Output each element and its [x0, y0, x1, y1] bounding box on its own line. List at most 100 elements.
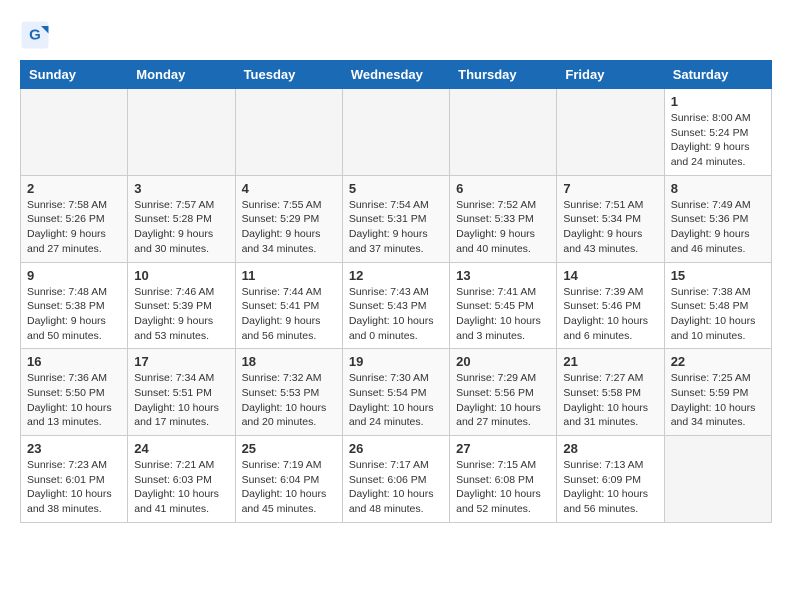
calendar-cell: 21 Sunrise: 7:27 AM Sunset: 5:58 PM Dayli… [557, 349, 664, 436]
weekday-header-sunday: Sunday [21, 61, 128, 89]
calendar-cell: 10 Sunrise: 7:46 AM Sunset: 5:39 PM Dayli… [128, 262, 235, 349]
calendar-cell: 18 Sunrise: 7:32 AM Sunset: 5:53 PM Dayli… [235, 349, 342, 436]
weekday-header-thursday: Thursday [450, 61, 557, 89]
day-info: Sunrise: 7:34 AM Sunset: 5:51 PM Dayligh… [134, 371, 228, 430]
day-info: Sunrise: 7:48 AM Sunset: 5:38 PM Dayligh… [27, 285, 121, 344]
day-info: Sunrise: 7:39 AM Sunset: 5:46 PM Dayligh… [563, 285, 657, 344]
day-number: 13 [456, 268, 550, 283]
weekday-header-tuesday: Tuesday [235, 61, 342, 89]
day-number: 19 [349, 354, 443, 369]
day-info: Sunrise: 7:58 AM Sunset: 5:26 PM Dayligh… [27, 198, 121, 257]
calendar-cell: 12 Sunrise: 7:43 AM Sunset: 5:43 PM Dayli… [342, 262, 449, 349]
day-info: Sunrise: 7:49 AM Sunset: 5:36 PM Dayligh… [671, 198, 765, 257]
day-number: 8 [671, 181, 765, 196]
calendar-cell: 5 Sunrise: 7:54 AM Sunset: 5:31 PM Daylig… [342, 175, 449, 262]
day-number: 14 [563, 268, 657, 283]
calendar-cell: 20 Sunrise: 7:29 AM Sunset: 5:56 PM Dayli… [450, 349, 557, 436]
weekday-header-friday: Friday [557, 61, 664, 89]
day-number: 15 [671, 268, 765, 283]
day-info: Sunrise: 7:52 AM Sunset: 5:33 PM Dayligh… [456, 198, 550, 257]
day-info: Sunrise: 7:55 AM Sunset: 5:29 PM Dayligh… [242, 198, 336, 257]
calendar-cell: 15 Sunrise: 7:38 AM Sunset: 5:48 PM Dayli… [664, 262, 771, 349]
weekday-header-monday: Monday [128, 61, 235, 89]
day-info: Sunrise: 7:21 AM Sunset: 6:03 PM Dayligh… [134, 458, 228, 517]
day-info: Sunrise: 7:27 AM Sunset: 5:58 PM Dayligh… [563, 371, 657, 430]
calendar-cell: 13 Sunrise: 7:41 AM Sunset: 5:45 PM Dayli… [450, 262, 557, 349]
day-number: 1 [671, 94, 765, 109]
day-info: Sunrise: 7:36 AM Sunset: 5:50 PM Dayligh… [27, 371, 121, 430]
day-number: 12 [349, 268, 443, 283]
day-number: 16 [27, 354, 121, 369]
day-number: 20 [456, 354, 550, 369]
day-number: 28 [563, 441, 657, 456]
day-number: 17 [134, 354, 228, 369]
day-number: 6 [456, 181, 550, 196]
calendar-cell [450, 89, 557, 176]
calendar-cell [235, 89, 342, 176]
calendar-week-row: 2Sunrise: 7:58 AM Sunset: 5:26 PM Daylig… [21, 175, 772, 262]
day-info: Sunrise: 7:38 AM Sunset: 5:48 PM Dayligh… [671, 285, 765, 344]
calendar-cell [557, 89, 664, 176]
page-header: G [20, 20, 772, 50]
day-info: Sunrise: 7:43 AM Sunset: 5:43 PM Dayligh… [349, 285, 443, 344]
calendar-cell [128, 89, 235, 176]
calendar-cell: 8 Sunrise: 7:49 AM Sunset: 5:36 PM Daylig… [664, 175, 771, 262]
day-info: Sunrise: 7:32 AM Sunset: 5:53 PM Dayligh… [242, 371, 336, 430]
day-info: Sunrise: 7:51 AM Sunset: 5:34 PM Dayligh… [563, 198, 657, 257]
calendar-cell: 26 Sunrise: 7:17 AM Sunset: 6:06 PM Dayli… [342, 436, 449, 523]
calendar-cell: 28Sunrise: 7:13 AM Sunset: 6:09 PM Dayli… [557, 436, 664, 523]
calendar-week-row: 1Sunrise: 8:00 AM Sunset: 5:24 PM Daylig… [21, 89, 772, 176]
calendar-cell: 27 Sunrise: 7:15 AM Sunset: 6:08 PM Dayli… [450, 436, 557, 523]
day-info: Sunrise: 7:44 AM Sunset: 5:41 PM Dayligh… [242, 285, 336, 344]
day-info: Sunrise: 7:57 AM Sunset: 5:28 PM Dayligh… [134, 198, 228, 257]
weekday-header-wednesday: Wednesday [342, 61, 449, 89]
day-info: Sunrise: 7:17 AM Sunset: 6:06 PM Dayligh… [349, 458, 443, 517]
calendar-cell: 19 Sunrise: 7:30 AM Sunset: 5:54 PM Dayli… [342, 349, 449, 436]
day-number: 26 [349, 441, 443, 456]
day-info: Sunrise: 7:46 AM Sunset: 5:39 PM Dayligh… [134, 285, 228, 344]
day-number: 5 [349, 181, 443, 196]
calendar-cell: 24 Sunrise: 7:21 AM Sunset: 6:03 PM Dayli… [128, 436, 235, 523]
day-number: 9 [27, 268, 121, 283]
day-number: 24 [134, 441, 228, 456]
svg-text:G: G [29, 27, 41, 44]
calendar-cell: 14 Sunrise: 7:39 AM Sunset: 5:46 PM Dayli… [557, 262, 664, 349]
day-number: 7 [563, 181, 657, 196]
logo-icon: G [20, 20, 50, 50]
calendar-cell: 9 Sunrise: 7:48 AM Sunset: 5:38 PM Daylig… [21, 262, 128, 349]
day-info: Sunrise: 7:23 AM Sunset: 6:01 PM Dayligh… [27, 458, 121, 517]
weekday-header-saturday: Saturday [664, 61, 771, 89]
day-number: 23 [27, 441, 121, 456]
calendar-cell: 16 Sunrise: 7:36 AM Sunset: 5:50 PM Dayli… [21, 349, 128, 436]
calendar-cell: 25Sunrise: 7:19 AM Sunset: 6:04 PM Dayli… [235, 436, 342, 523]
calendar-cell [342, 89, 449, 176]
calendar-cell [664, 436, 771, 523]
weekday-header-row: SundayMondayTuesdayWednesdayThursdayFrid… [21, 61, 772, 89]
day-info: Sunrise: 7:25 AM Sunset: 5:59 PM Dayligh… [671, 371, 765, 430]
logo: G [20, 20, 52, 50]
day-info: Sunrise: 7:15 AM Sunset: 6:08 PM Dayligh… [456, 458, 550, 517]
calendar-week-row: 23 Sunrise: 7:23 AM Sunset: 6:01 PM Dayli… [21, 436, 772, 523]
day-info: Sunrise: 7:19 AM Sunset: 6:04 PM Dayligh… [242, 458, 336, 517]
calendar-week-row: 16 Sunrise: 7:36 AM Sunset: 5:50 PM Dayli… [21, 349, 772, 436]
day-info: Sunrise: 7:41 AM Sunset: 5:45 PM Dayligh… [456, 285, 550, 344]
day-number: 3 [134, 181, 228, 196]
day-number: 10 [134, 268, 228, 283]
calendar-cell: 2Sunrise: 7:58 AM Sunset: 5:26 PM Daylig… [21, 175, 128, 262]
calendar-cell: 4Sunrise: 7:55 AM Sunset: 5:29 PM Daylig… [235, 175, 342, 262]
day-info: Sunrise: 7:29 AM Sunset: 5:56 PM Dayligh… [456, 371, 550, 430]
calendar-table: SundayMondayTuesdayWednesdayThursdayFrid… [20, 60, 772, 523]
calendar-cell: 23 Sunrise: 7:23 AM Sunset: 6:01 PM Dayli… [21, 436, 128, 523]
day-number: 21 [563, 354, 657, 369]
day-number: 11 [242, 268, 336, 283]
calendar-cell [21, 89, 128, 176]
day-info: Sunrise: 7:54 AM Sunset: 5:31 PM Dayligh… [349, 198, 443, 257]
day-number: 27 [456, 441, 550, 456]
day-number: 18 [242, 354, 336, 369]
calendar-cell: 22 Sunrise: 7:25 AM Sunset: 5:59 PM Dayli… [664, 349, 771, 436]
day-info: Sunrise: 7:30 AM Sunset: 5:54 PM Dayligh… [349, 371, 443, 430]
calendar-cell: 7 Sunrise: 7:51 AM Sunset: 5:34 PM Daylig… [557, 175, 664, 262]
day-number: 22 [671, 354, 765, 369]
calendar-cell: 6 Sunrise: 7:52 AM Sunset: 5:33 PM Daylig… [450, 175, 557, 262]
calendar-cell: 3 Sunrise: 7:57 AM Sunset: 5:28 PM Daylig… [128, 175, 235, 262]
